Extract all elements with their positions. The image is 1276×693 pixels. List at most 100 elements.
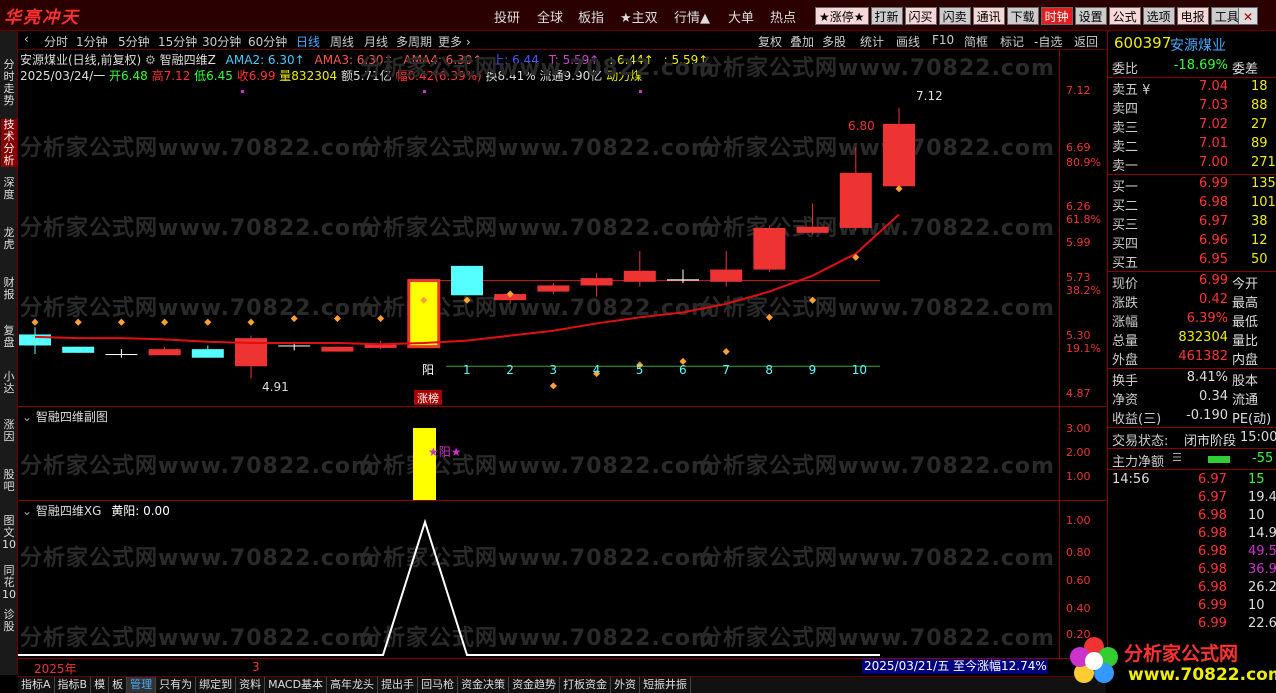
candle-body[interactable] [710, 269, 743, 282]
sub1-chart[interactable]: ★阳★ [18, 424, 1059, 500]
bottom-tab[interactable]: 高年龙头 [327, 677, 379, 693]
period-tool-button[interactable]: 标记 [1000, 33, 1024, 50]
bottom-tab[interactable]: MACD基本 [265, 677, 328, 693]
left-tab[interactable]: 小达 [1, 371, 17, 395]
bottom-tab[interactable]: 短振井振 [640, 677, 692, 693]
period-tool-button[interactable]: 返回 [1074, 33, 1098, 50]
candle-body[interactable] [105, 354, 138, 356]
candle-body[interactable] [839, 172, 872, 228]
candlestick-chart[interactable]: 7.12 6.80 4.91 阳涨榜 1 2 3 4 5 6 7 8 9 10 [18, 84, 1059, 406]
tool-button[interactable]: 闪买 [904, 7, 937, 25]
tick-row[interactable]: 6.98 36.9 [1112, 562, 1276, 580]
candle-body[interactable] [580, 278, 613, 286]
top-menu-item[interactable]: 投研 [494, 7, 520, 26]
top-menu-item[interactable]: 板指 [578, 7, 604, 26]
tool-button[interactable]: 选项 [1142, 7, 1175, 25]
left-tab[interactable]: 分时走势 [1, 59, 17, 107]
sub1-title[interactable]: 智融四维副图 [36, 410, 108, 424]
tool-button[interactable]: 公式 [1108, 7, 1141, 25]
left-tab[interactable]: 龙虎 [1, 227, 17, 251]
bottom-tab[interactable]: 回马枪 [418, 677, 459, 693]
left-tab[interactable]: 诊股 [1, 609, 17, 633]
bottom-tab[interactable]: 管理 [127, 677, 157, 693]
period-tab[interactable]: 多周期 [396, 33, 432, 50]
tick-row[interactable]: 6.99 10 [1112, 598, 1274, 616]
candle-body[interactable] [883, 123, 915, 187]
top-menu-item[interactable]: 大单 [728, 7, 754, 26]
candle-body[interactable] [623, 270, 656, 282]
bottom-tab[interactable]: 提出手 [378, 677, 419, 693]
bottom-tab[interactable]: 外资 [611, 677, 641, 693]
top-menu-item[interactable]: 全球 [537, 7, 563, 26]
bottom-tab[interactable]: 指标B [55, 677, 92, 693]
tick-row[interactable]: 6.98 14.9 [1112, 526, 1276, 544]
top-menu-item[interactable]: 行情▲ [674, 7, 710, 26]
bottom-tab[interactable]: 资料 [236, 677, 266, 693]
candle-body[interactable] [537, 285, 570, 292]
left-tab[interactable]: 股吧 [1, 469, 17, 493]
left-tab[interactable]: 财报 [1, 277, 17, 301]
period-tab[interactable]: 分时 [44, 33, 68, 50]
left-tab[interactable]: 涨因 [1, 419, 17, 443]
candle-body[interactable] [62, 346, 95, 353]
period-tab[interactable]: 日线 [296, 33, 320, 50]
collapse-icon[interactable]: ⌄ [22, 504, 32, 518]
period-tool-button[interactable]: F10 [932, 33, 954, 47]
tick-row[interactable]: 14:56 6.97 15 [1112, 472, 1274, 490]
period-tab[interactable]: 15分钟 [158, 33, 197, 50]
bottom-tab[interactable]: 只有为 [156, 677, 197, 693]
tool-button[interactable]: 下载 [1006, 7, 1039, 25]
period-tool-button[interactable]: 复权 [758, 33, 782, 50]
bottom-tab[interactable]: 模 [91, 677, 110, 693]
candle-body[interactable] [796, 226, 829, 233]
bottom-tab[interactable]: 板 [109, 677, 128, 693]
tool-button[interactable]: 通讯 [972, 7, 1005, 25]
period-tab[interactable]: 月线 [364, 33, 388, 50]
left-tab[interactable]: 技术分析 [1, 119, 17, 167]
tick-row[interactable]: 6.98 26.2 [1112, 580, 1276, 598]
candle-body[interactable] [451, 265, 483, 296]
period-tool-button[interactable]: 简框 [964, 33, 988, 50]
tool-button[interactable]: ★涨停★ [815, 7, 869, 25]
collapse-arrow-icon[interactable]: ‹ [24, 32, 29, 46]
period-tab[interactable]: 5分钟 [118, 33, 150, 50]
candle-body[interactable] [753, 227, 786, 270]
period-tab[interactable]: 更多 › [438, 33, 471, 50]
close-button[interactable]: ✕ [1238, 7, 1258, 25]
left-tab[interactable]: 同花10 [1, 565, 17, 601]
tick-row[interactable]: 6.98 10 [1112, 508, 1274, 526]
tick-row[interactable]: 6.99 22.6 [1112, 616, 1276, 634]
period-tool-button[interactable]: 多股 [822, 33, 846, 50]
left-tab[interactable]: 深度 [1, 177, 17, 201]
candle-body[interactable] [148, 349, 181, 356]
tick-row[interactable]: 6.98 49.5 [1112, 544, 1276, 562]
period-tool-button[interactable]: -自选 [1034, 33, 1062, 50]
sub2-chart[interactable] [18, 518, 1059, 658]
period-tab[interactable]: 1分钟 [76, 33, 108, 50]
bottom-tab[interactable]: 指标A [18, 677, 55, 693]
tool-button[interactable]: 设置 [1074, 7, 1107, 25]
bottom-tab[interactable]: 绑定到 [196, 677, 237, 693]
candle-body[interactable] [278, 345, 311, 347]
top-menu-item[interactable]: ★主双 [620, 7, 658, 26]
tick-row[interactable]: 6.97 19.4 [1112, 490, 1276, 508]
collapse-icon[interactable]: ⌄ [22, 410, 32, 424]
left-tab[interactable]: 图文10 [1, 515, 17, 551]
tool-button[interactable]: 电报 [1176, 7, 1209, 25]
bottom-tab[interactable]: 打板资金 [560, 677, 612, 693]
tool-button[interactable]: 闪卖 [938, 7, 971, 25]
candle-body[interactable] [407, 279, 441, 349]
period-tool-button[interactable]: 叠加 [790, 33, 814, 50]
bottom-tab[interactable]: 资金决策 [458, 677, 510, 693]
list-icon[interactable]: ☰ [1172, 451, 1182, 464]
period-tool-button[interactable]: 统计 [860, 33, 884, 50]
settings-icon[interactable]: ⚙ [145, 53, 156, 67]
period-tab[interactable]: 60分钟 [248, 33, 287, 50]
sub2-title[interactable]: 智融四维XG [36, 504, 102, 518]
candle-body[interactable] [19, 334, 51, 346]
top-menu-item[interactable]: 热点 [770, 7, 796, 26]
period-tool-button[interactable]: 画线 [896, 33, 920, 50]
tool-button[interactable]: 时钟 [1040, 7, 1073, 25]
tool-button[interactable]: 打新 [870, 7, 903, 25]
period-tab[interactable]: 30分钟 [202, 33, 241, 50]
